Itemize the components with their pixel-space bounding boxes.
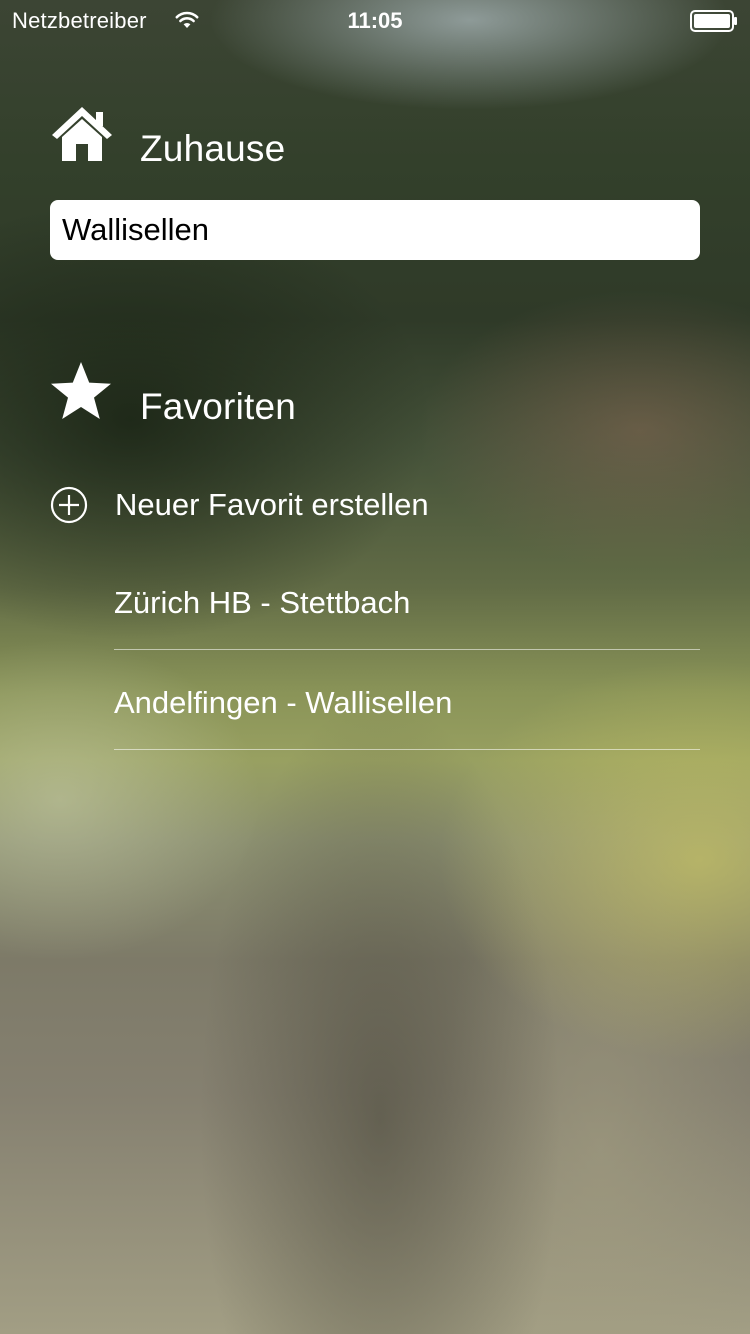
favorite-item-label: Andelfingen - Wallisellen: [114, 685, 453, 720]
home-section-header: Zuhause: [50, 104, 700, 176]
star-icon: [51, 362, 111, 419]
favorites-title: Favoriten: [140, 386, 297, 427]
favorites-section-header: Favoriten: [50, 360, 700, 432]
add-favorite-label: Neuer Favorit erstellen: [115, 487, 429, 522]
favorite-item-label: Zürich HB - Stettbach: [114, 585, 411, 620]
battery-icon: [690, 10, 737, 32]
favorite-item[interactable]: Zürich HB - Stettbach: [114, 551, 700, 650]
favorite-item[interactable]: Andelfingen - Wallisellen: [114, 651, 700, 750]
house-icon: [52, 107, 112, 161]
home-location-field[interactable]: Wallisellen: [50, 200, 700, 260]
status-bar: Netzbetreiber 11:05: [0, 0, 750, 40]
status-time: 11:05: [347, 8, 403, 33]
add-favorite-button[interactable]: Neuer Favorit erstellen: [50, 470, 700, 542]
home-title: Zuhause: [140, 128, 286, 169]
plus-circle-icon: [50, 486, 88, 524]
